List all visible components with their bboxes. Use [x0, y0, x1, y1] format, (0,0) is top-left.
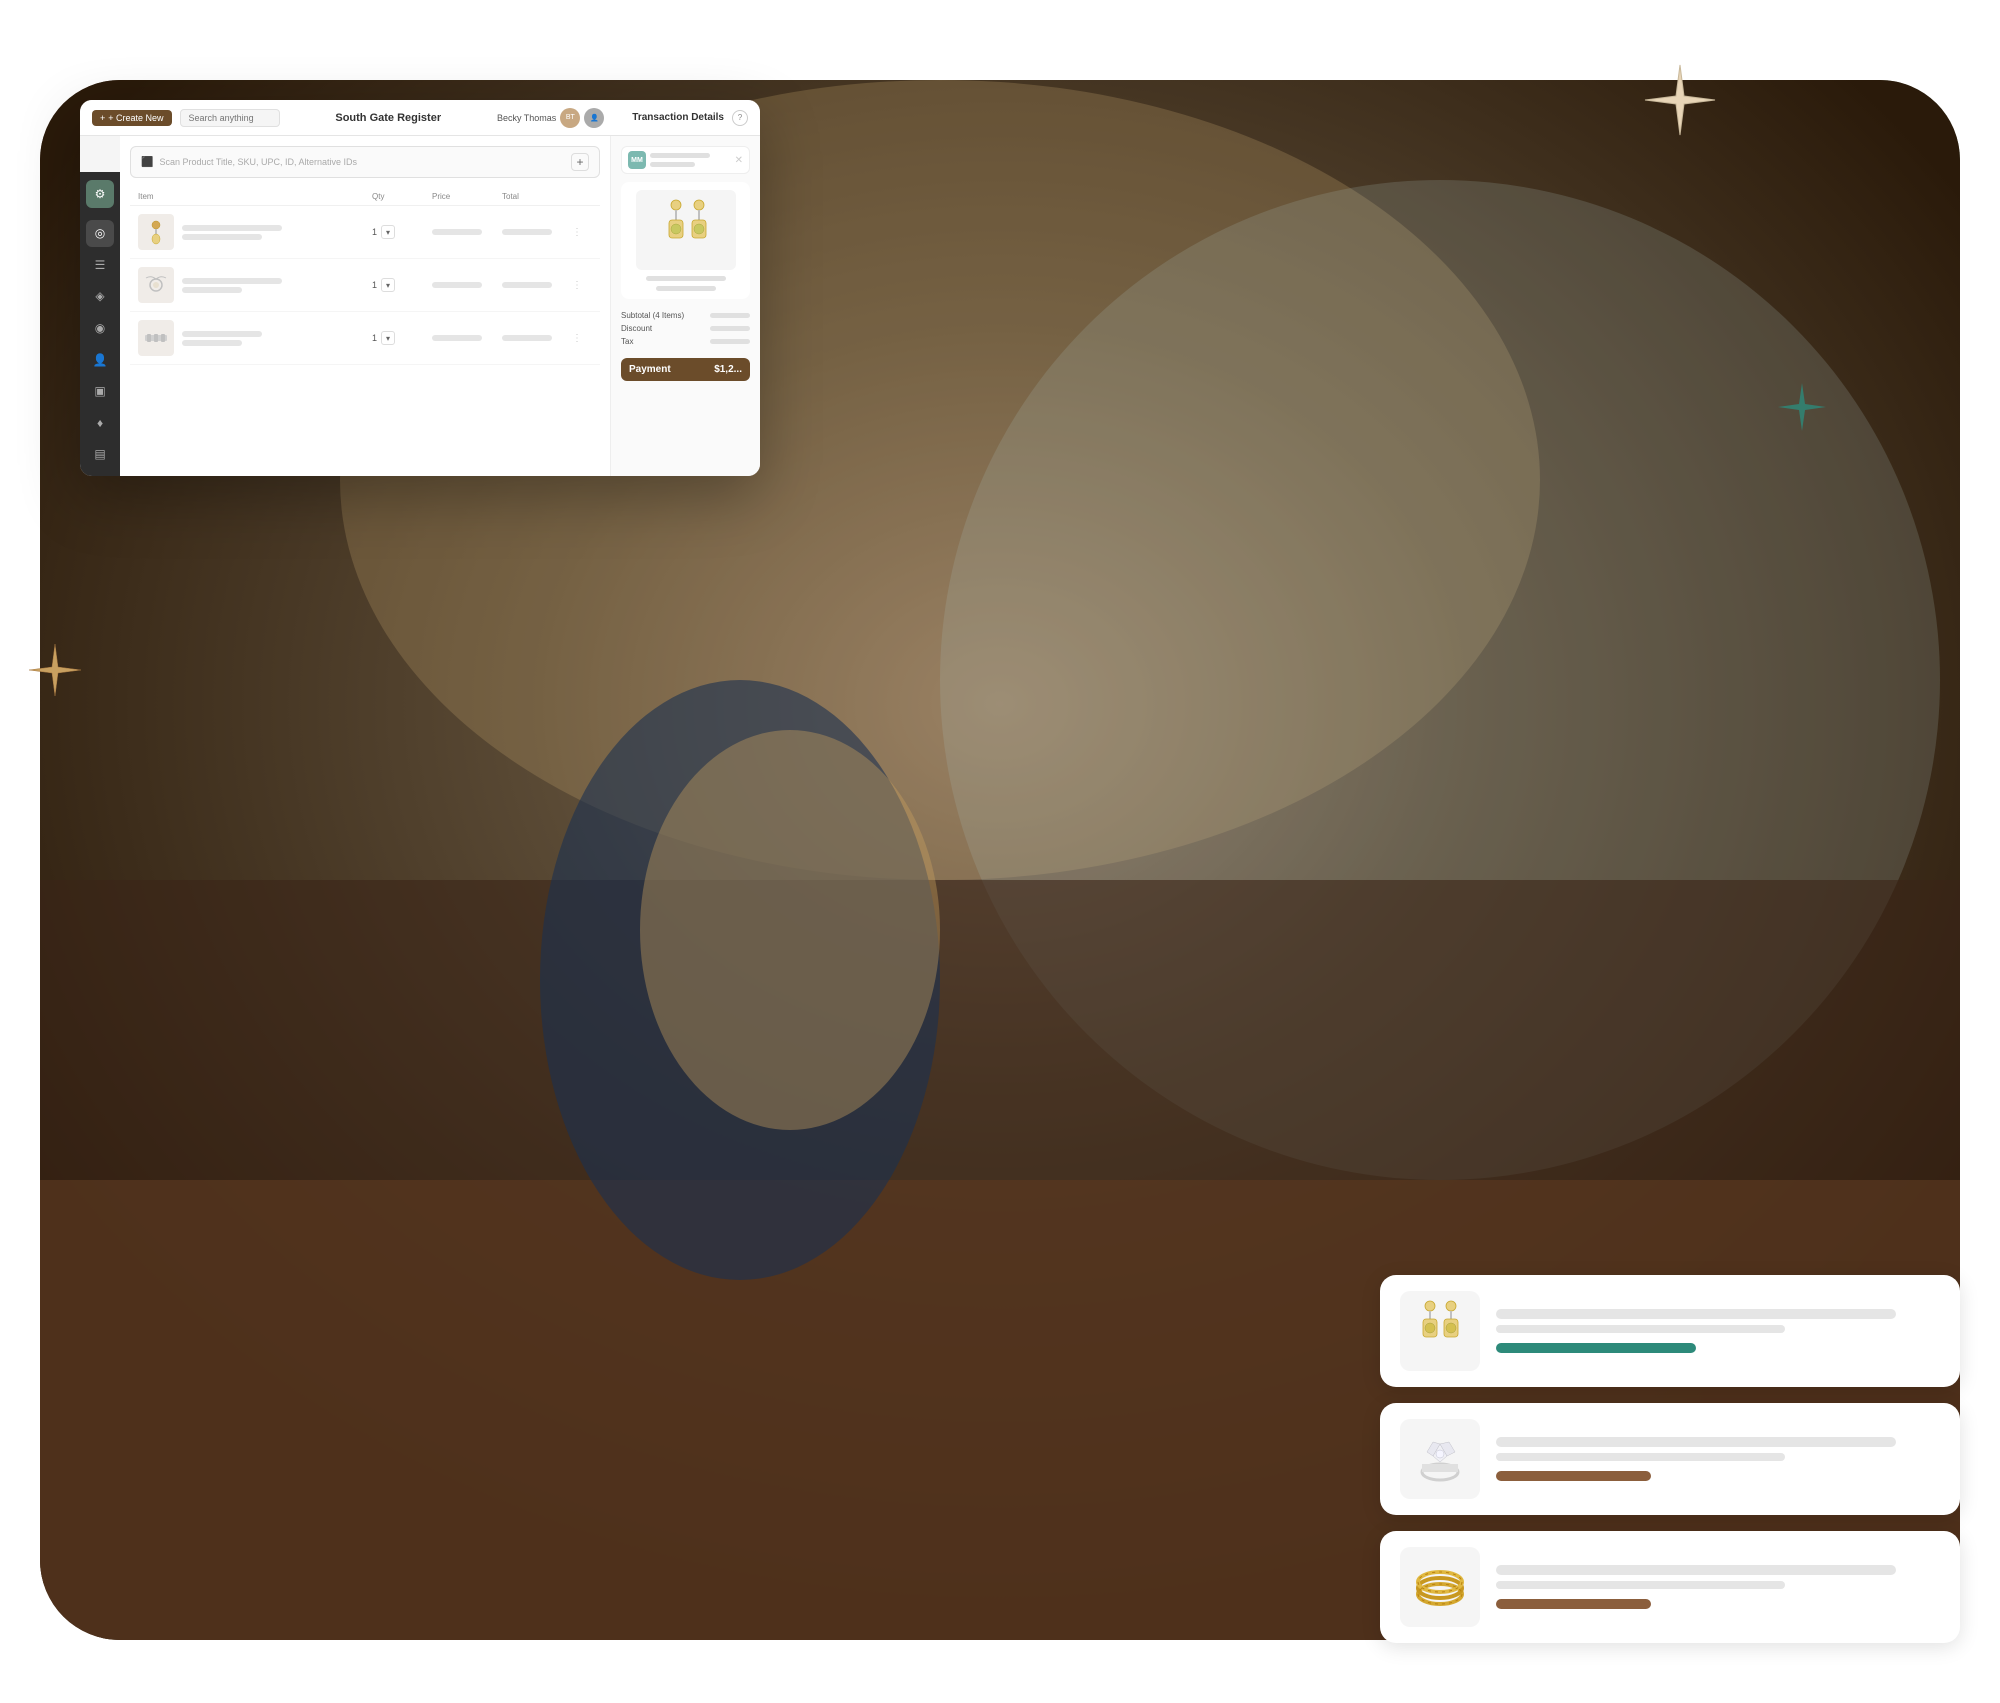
sidebar-icon-orders[interactable]: ▣: [86, 377, 114, 405]
product-card-info-ring: [1496, 1437, 1940, 1481]
total-cell-1: [502, 229, 572, 235]
product-image: [636, 190, 736, 270]
product-cards-container: [1380, 1275, 1960, 1643]
qty-down-1[interactable]: ▾: [381, 225, 395, 239]
price-cell-3: [432, 335, 502, 341]
sidebar-icon-customers[interactable]: 👤: [86, 346, 114, 374]
customer-name-area: [650, 153, 731, 167]
beige-sparkle-decoration: [1640, 60, 1720, 140]
row-menu-1[interactable]: ⋮: [572, 227, 592, 238]
table-header: Item Qty Price Total: [130, 188, 600, 206]
create-new-label: + Create New: [108, 113, 163, 123]
sidebar: ⚙ ◎ ☰ ◈ ◉ 👤 ▣ ♦ ▤: [80, 172, 120, 476]
product-card-bangle[interactable]: [1380, 1531, 1960, 1643]
product-image-bangle: [1400, 1547, 1480, 1627]
item-cell-3: [138, 320, 372, 356]
qty-cell-3: 1 ▾: [372, 331, 432, 345]
scan-add-button[interactable]: +: [571, 153, 589, 171]
user-info: Becky Thomas BT 👤: [497, 108, 604, 128]
customer-avatar: MM: [628, 151, 646, 169]
product-card-info-bangle: [1496, 1565, 1940, 1609]
customer-chip: MM ✕: [621, 146, 750, 174]
user-name: Becky Thomas: [497, 113, 556, 123]
item-lines-1: [182, 225, 282, 240]
user-avatar-2: 👤: [584, 108, 604, 128]
product-image-ring: [1400, 1419, 1480, 1499]
scan-placeholder: Scan Product Title, SKU, UPC, ID, Altern…: [159, 157, 565, 167]
create-new-button[interactable]: + + Create New: [92, 110, 172, 126]
discount-row: Discount: [621, 324, 750, 333]
product-card-ring[interactable]: [1380, 1403, 1960, 1515]
sidebar-icon-settings[interactable]: ⚙: [86, 180, 114, 208]
qty-down-2[interactable]: ▾: [381, 278, 395, 292]
product-desc: [629, 276, 742, 291]
register-name: South Gate Register: [288, 112, 489, 124]
payment-button[interactable]: Payment $1,2...: [621, 358, 750, 381]
user-avatar: BT: [560, 108, 580, 128]
sidebar-icon-more[interactable]: ▤: [86, 441, 114, 469]
row-menu-2[interactable]: ⋮: [572, 280, 592, 291]
table-row: 1 ▾ ⋮: [130, 312, 600, 365]
item-thumb-1: [138, 214, 174, 250]
search-input[interactable]: [180, 109, 280, 127]
item-thumb-3: [138, 320, 174, 356]
sidebar-icon-pos[interactable]: ◎: [86, 220, 114, 248]
table-row: 1 ▾ ⋮: [130, 259, 600, 312]
help-button[interactable]: ?: [732, 110, 748, 126]
item-lines-3: [182, 331, 262, 346]
row-menu-3[interactable]: ⋮: [572, 333, 592, 344]
qty-down-3[interactable]: ▾: [381, 331, 395, 345]
items-table: Item Qty Price Total: [130, 188, 600, 365]
total-cell-3: [502, 335, 572, 341]
sidebar-icon-tags[interactable]: ♦: [86, 409, 114, 437]
plus-icon: +: [100, 113, 105, 123]
subtotal-row: Subtotal (4 Items): [621, 311, 750, 320]
items-panel: ⬛ Scan Product Title, SKU, UPC, ID, Alte…: [120, 136, 610, 476]
table-row: 1 ▾ ⋮: [130, 206, 600, 259]
price-cell-1: [432, 229, 502, 235]
qty-cell-2: 1 ▾: [372, 278, 432, 292]
price-cell-2: [432, 282, 502, 288]
qty-cell-1: 1 ▾: [372, 225, 432, 239]
scan-bar[interactable]: ⬛ Scan Product Title, SKU, UPC, ID, Alte…: [130, 146, 600, 178]
product-image-earrings: [1400, 1291, 1480, 1371]
sidebar-icon-inventory[interactable]: ◈: [86, 283, 114, 311]
pos-header: + + Create New South Gate Register Becky…: [80, 100, 760, 136]
product-card-info-earrings: [1496, 1309, 1940, 1353]
tax-row: Tax: [621, 337, 750, 346]
transaction-title: Transaction Details: [632, 112, 724, 123]
sidebar-icon-menu[interactable]: ☰: [86, 251, 114, 279]
item-cell-1: [138, 214, 372, 250]
teal-sparkle-decoration: [1775, 380, 1830, 435]
product-card-earrings[interactable]: [1380, 1275, 1960, 1387]
item-thumb-2: [138, 267, 174, 303]
summary-section: Subtotal (4 Items) Discount Tax: [621, 311, 750, 346]
transaction-panel: MM ✕: [610, 136, 760, 476]
gold-sparkle-decoration: [25, 640, 85, 700]
close-customer-button[interactable]: ✕: [735, 155, 743, 166]
sidebar-icon-reports[interactable]: ◉: [86, 314, 114, 342]
product-preview: [621, 182, 750, 299]
total-cell-2: [502, 282, 572, 288]
item-lines-2: [182, 278, 282, 293]
item-cell-2: [138, 267, 372, 303]
pos-window: + + Create New South Gate Register Becky…: [80, 100, 760, 476]
